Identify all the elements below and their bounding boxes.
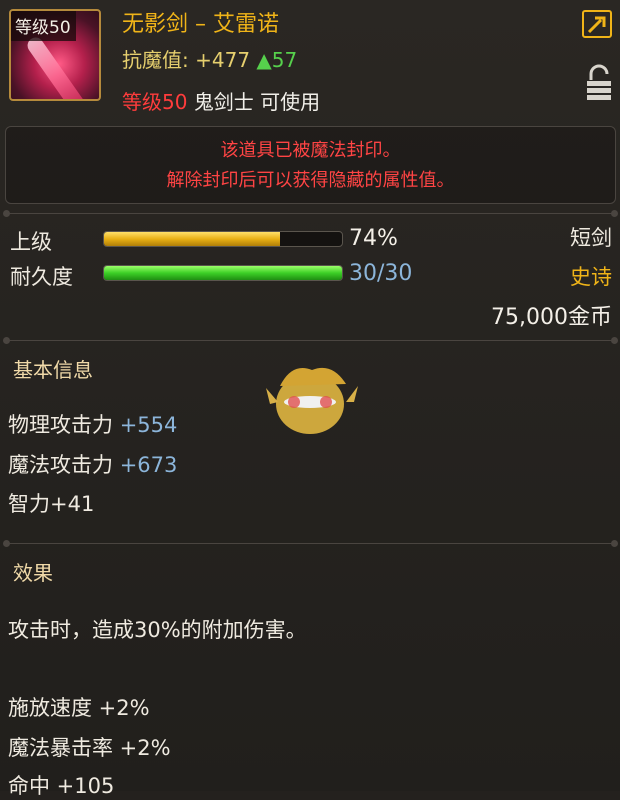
stat-intelligence: 智力+41: [8, 492, 95, 516]
price: 75,000金币: [491, 305, 612, 330]
requirement-line: 等级50 鬼剑士 可使用: [122, 86, 320, 115]
sealed-line-2: 解除封印后可以获得隐藏的属性值。: [166, 170, 455, 191]
effect-hit-rate: 命中 +105: [8, 774, 115, 798]
divider: [3, 337, 618, 344]
sealed-notice: 该道具已被魔法封印。 解除封印后可以获得隐藏的属性值。: [5, 126, 616, 204]
icon-level-badge: 等级50: [11, 11, 76, 41]
grade-bar-fill: [104, 232, 281, 246]
weapon-type: 短剑: [570, 226, 612, 250]
stat-physical-attack: 物理攻击力 +554: [8, 413, 178, 437]
item-icon[interactable]: 等级50: [9, 9, 101, 101]
grade-label: 上级: [10, 230, 52, 254]
share-button[interactable]: [582, 10, 612, 38]
effect-magic-crit: 魔法暴击率 +2%: [8, 736, 171, 760]
rarity: 史诗: [570, 265, 612, 289]
divider: [3, 210, 618, 217]
lock-icon[interactable]: [584, 64, 614, 104]
durability-bar: [103, 265, 343, 281]
required-level: 等级50: [122, 90, 188, 114]
resist-label: 抗魔值:: [122, 48, 189, 72]
stat-magic-attack: 魔法攻击力 +673: [8, 453, 178, 477]
item-tooltip: 等级50 无影剑 – 艾雷诺 抗魔值: +477 ▲57 等级50 鬼剑士 可使…: [0, 0, 620, 798]
share-icon: [587, 16, 606, 34]
durability-label: 耐久度: [10, 265, 73, 289]
usable-text: 可使用: [260, 90, 321, 114]
effect-heading: 效果: [13, 561, 53, 585]
resist-stat: 抗魔值: +477 ▲57: [122, 44, 297, 73]
sealed-line-1: 该道具已被魔法封印。: [220, 140, 401, 161]
required-class: 鬼剑士: [193, 90, 254, 114]
divider: [3, 540, 618, 547]
effect-description: 攻击时，造成30%的附加伤害。: [8, 618, 307, 642]
grade-bar: [103, 231, 343, 247]
resist-increase: ▲57: [256, 48, 298, 72]
durability-bar-fill: [104, 266, 342, 280]
effect-cast-speed: 施放速度 +2%: [8, 696, 150, 720]
durability-value: 30/30: [349, 261, 413, 286]
basic-info-heading: 基本信息: [13, 358, 93, 382]
grade-value: 74%: [349, 226, 398, 251]
mascot-watermark-icon: [266, 367, 358, 434]
item-title: 无影剑 – 艾雷诺: [122, 12, 279, 37]
sword-icon: [24, 34, 90, 99]
resist-value: +477: [195, 48, 251, 72]
